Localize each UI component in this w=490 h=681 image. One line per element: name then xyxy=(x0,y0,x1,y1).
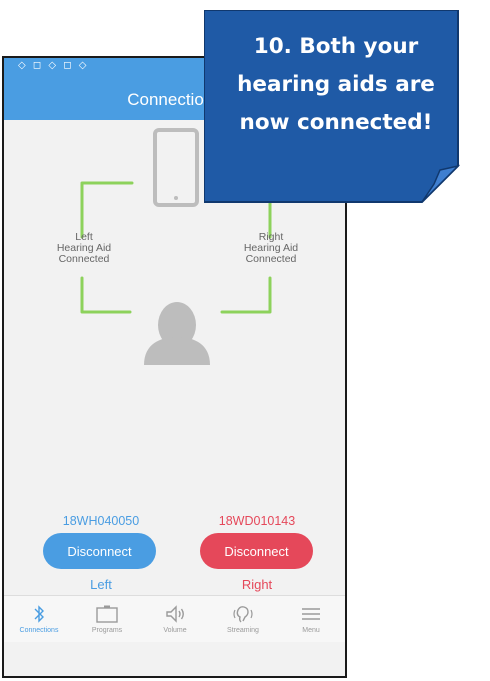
left-aid-label: Left Hearing Aid Connected xyxy=(56,231,112,265)
callout-text: 10. Both your hearing aids are now conne… xyxy=(237,34,435,135)
bottom-nav: Connections Programs Volume Streaming Me… xyxy=(4,595,345,642)
right-aid-label: Right Hearing Aid Connected xyxy=(243,231,299,265)
streaming-icon xyxy=(233,606,253,623)
right-serial-number: 18WD010143 xyxy=(218,514,296,528)
right-side-label: Right xyxy=(241,577,273,592)
disconnect-left-button[interactable]: Disconnect xyxy=(43,533,156,569)
left-side-label: Left xyxy=(90,577,112,592)
volume-icon xyxy=(166,605,184,623)
left-serial-number: 18WH040050 xyxy=(62,514,140,528)
instruction-callout: 10. Both your hearing aids are now conne… xyxy=(204,10,460,204)
user-icon xyxy=(144,302,210,365)
nav-programs[interactable]: Programs xyxy=(73,596,141,642)
programs-icon xyxy=(96,605,118,623)
disconnect-right-button[interactable]: Disconnect xyxy=(200,533,313,569)
nav-connections[interactable]: Connections xyxy=(5,596,73,642)
nav-volume[interactable]: Volume xyxy=(141,596,209,642)
bluetooth-icon xyxy=(34,605,44,623)
bottom-area xyxy=(4,642,345,676)
menu-icon xyxy=(302,608,320,620)
smartphone-icon xyxy=(153,128,199,207)
status-icons: ◇ ◻ ◇ ◻ ◇ xyxy=(18,60,89,71)
nav-menu[interactable]: Menu xyxy=(277,596,345,642)
nav-streaming[interactable]: Streaming xyxy=(209,596,277,642)
